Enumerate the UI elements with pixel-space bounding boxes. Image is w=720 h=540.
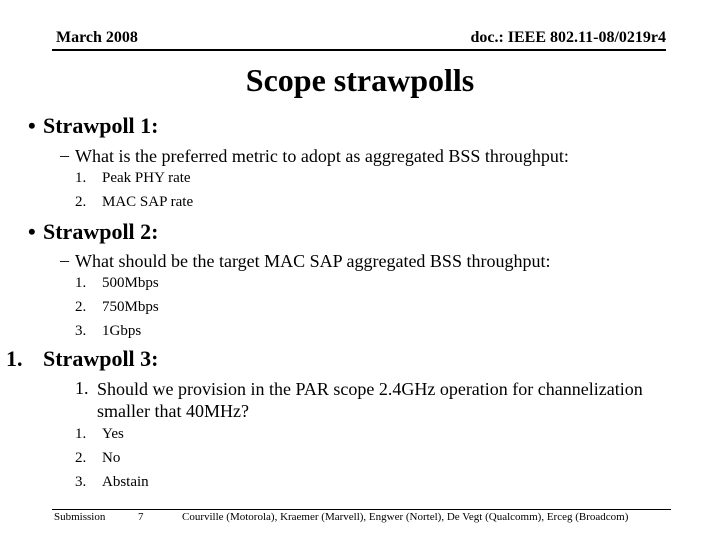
bullet-icon: •	[28, 219, 36, 244]
strawpoll-2-label: Strawpoll 2:	[43, 219, 159, 244]
option-number: 2.	[75, 194, 87, 210]
option-number: 2.	[75, 299, 87, 315]
option-text: 1Gbps	[102, 323, 142, 339]
option-number: 1.	[75, 426, 87, 442]
option-text: No	[102, 450, 121, 466]
header-doc-id: doc.: IEEE 802.11-08/0219r4	[470, 29, 666, 46]
strawpoll-1-label: Strawpoll 1:	[43, 113, 159, 138]
footer-divider	[52, 509, 671, 510]
option-number: 3.	[75, 323, 87, 339]
strawpoll-1-question: What is the preferred metric to adopt as…	[75, 146, 569, 166]
question-line2: smaller that 40MHz?	[97, 401, 249, 421]
option-number: 2.	[75, 450, 87, 466]
slide-title: Scope strawpolls	[245, 62, 475, 98]
option-text: 750Mbps	[102, 299, 159, 315]
option-text: Yes	[102, 426, 124, 442]
option-text: Peak PHY rate	[102, 170, 191, 186]
strawpoll-3-question: Should we provision in the PAR scope 2.4…	[73, 378, 643, 422]
option-number: 3.	[75, 474, 87, 490]
option-number: 1.	[75, 275, 87, 291]
footer-authors: Courville (Motorola), Kraemer (Marvell),…	[182, 511, 629, 523]
footer-page-number: 7	[138, 511, 144, 523]
strawpoll-2-question: What should be the target MAC SAP aggreg…	[75, 251, 551, 271]
header-divider	[52, 49, 666, 51]
footer-submission: Submission	[54, 511, 106, 523]
strawpoll-3-label: Strawpoll 3:	[43, 346, 159, 371]
dash-icon: –	[60, 250, 69, 270]
option-text: 500Mbps	[102, 275, 159, 291]
bullet-icon: •	[28, 113, 36, 138]
question-line1: Should we provision in the PAR scope 2.4…	[97, 379, 643, 399]
option-number: 1.	[75, 170, 87, 186]
list-number: 1.	[6, 346, 23, 371]
option-text: MAC SAP rate	[102, 194, 194, 210]
option-text: Abstain	[102, 474, 149, 490]
header-date: March 2008	[56, 29, 138, 46]
dash-icon: –	[60, 145, 69, 165]
